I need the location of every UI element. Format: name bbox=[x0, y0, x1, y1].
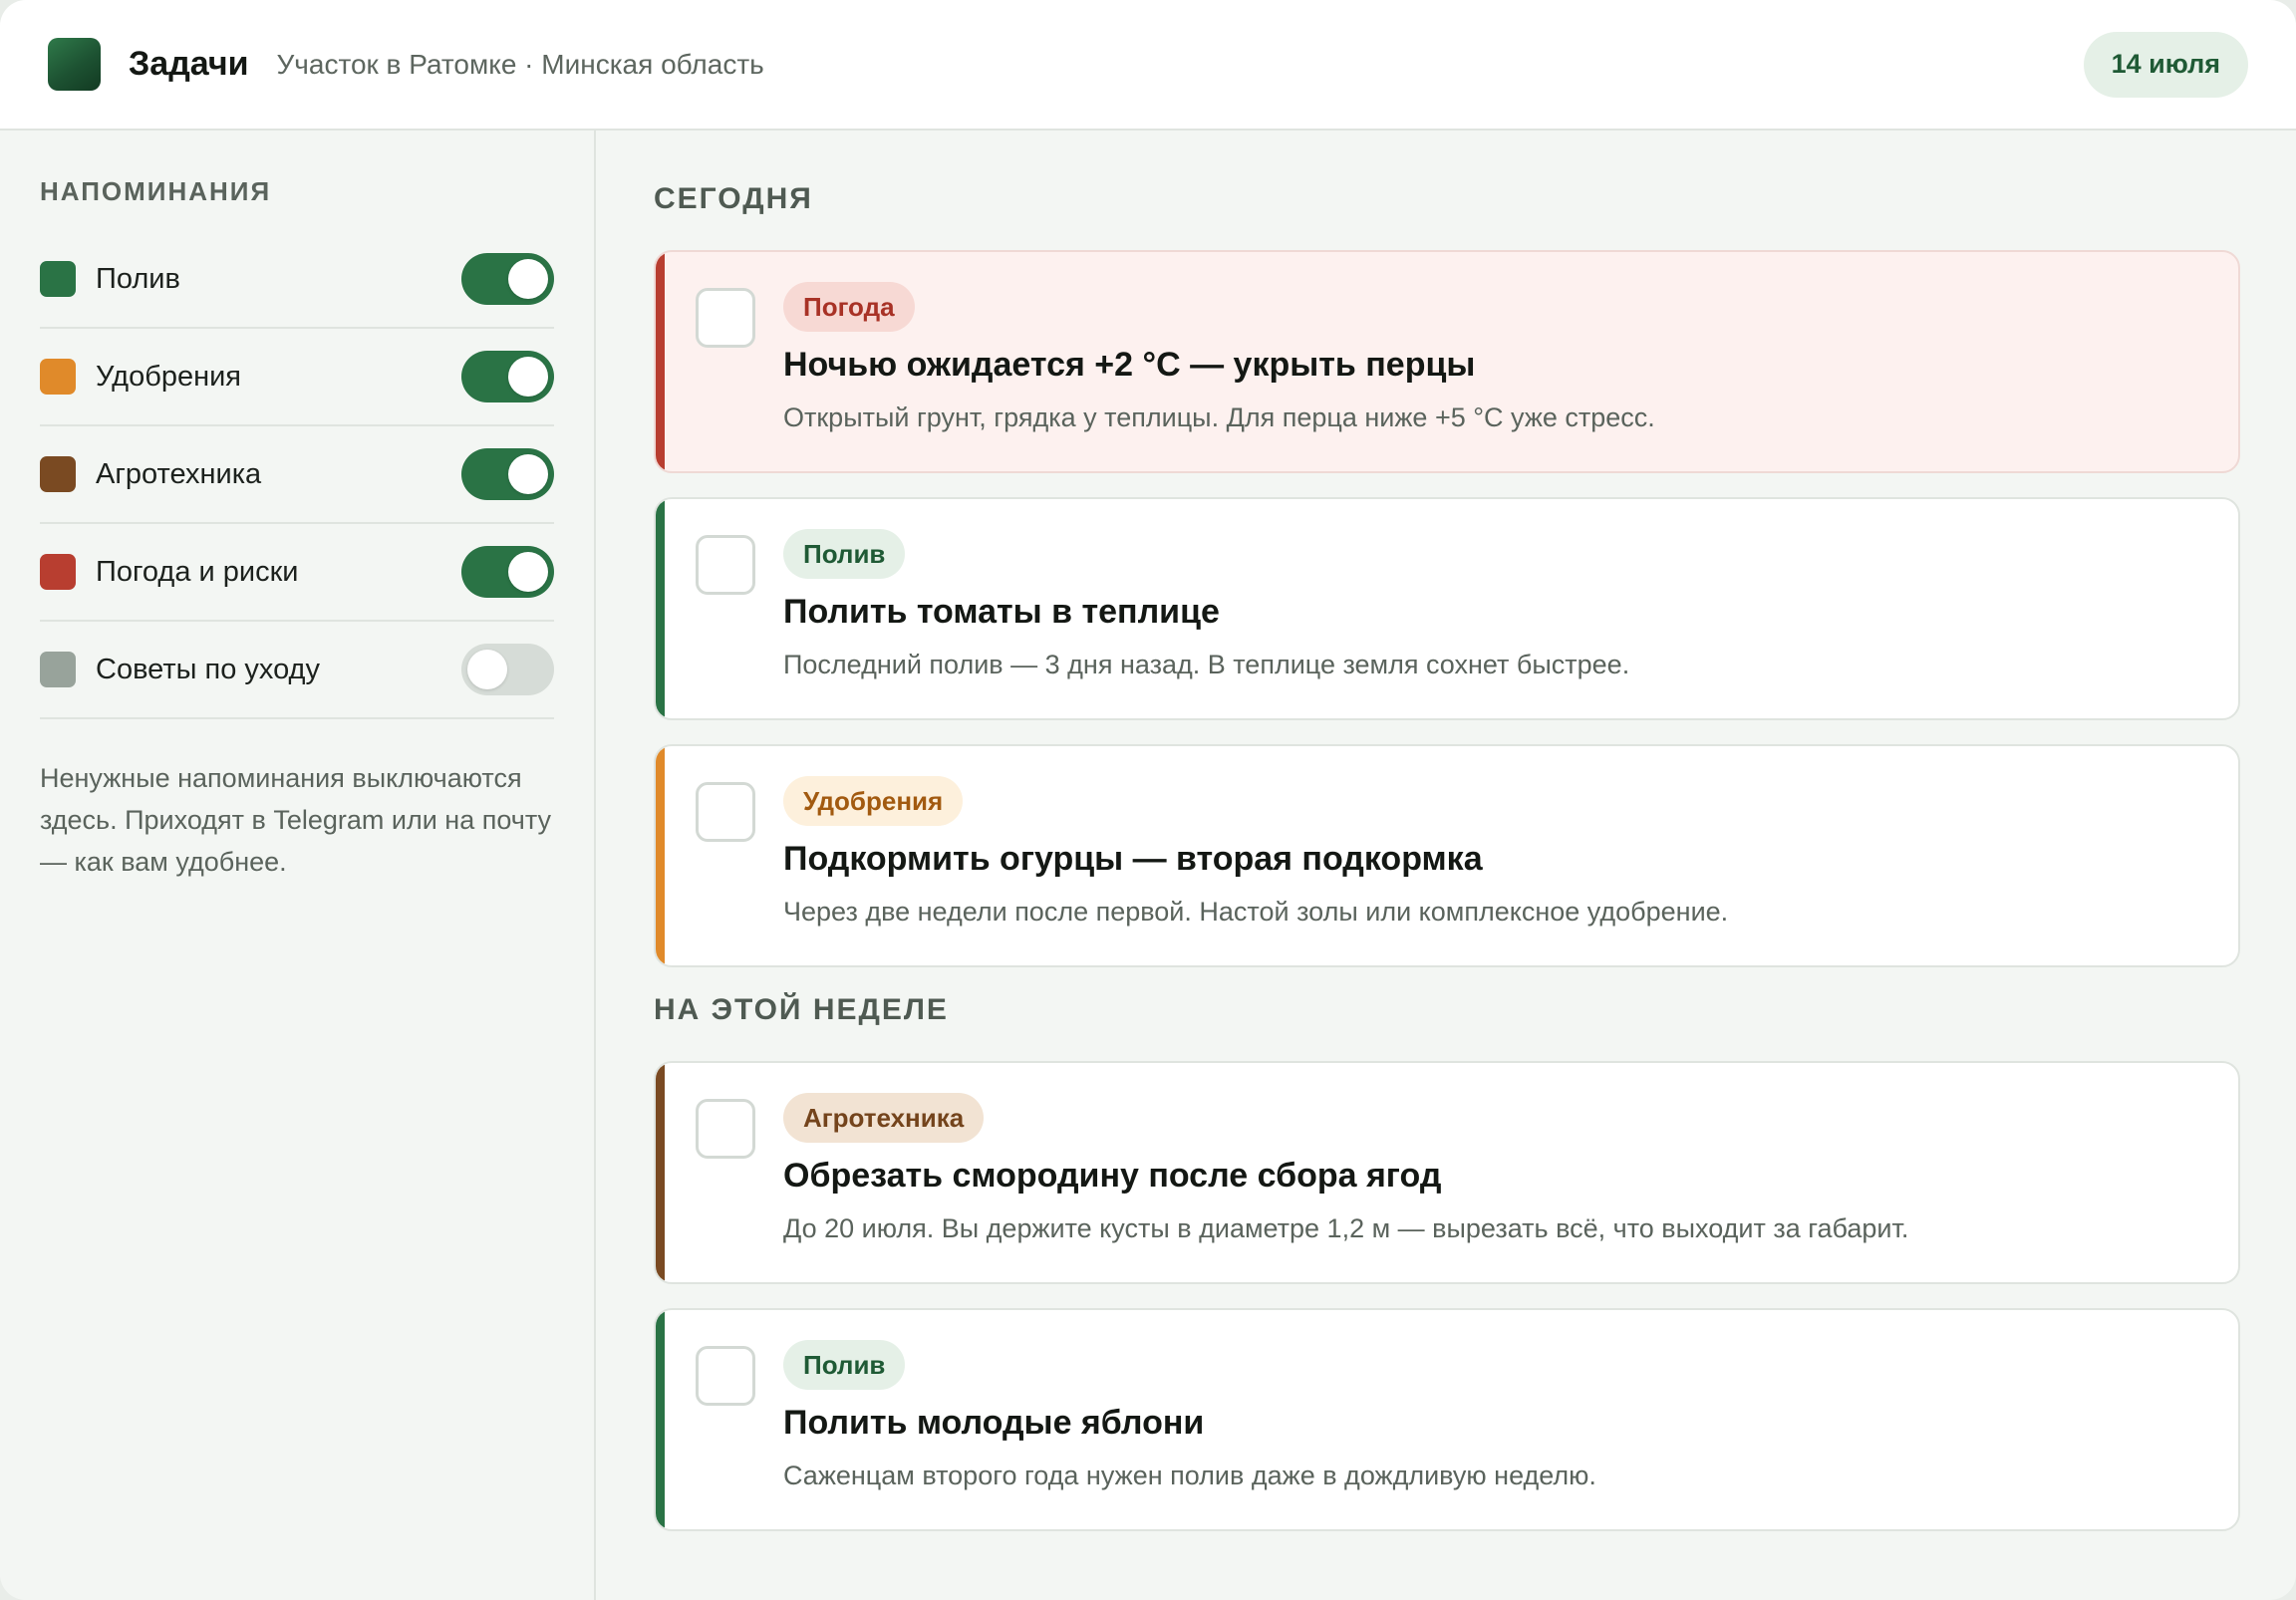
reminder-toggle-watering[interactable]: Полив bbox=[40, 231, 554, 329]
task-description: Через две недели после первой. Настой зо… bbox=[783, 897, 1729, 927]
reminder-toggle-fertilizers[interactable]: Удобрения bbox=[40, 329, 554, 426]
page-title: Задачи bbox=[129, 45, 249, 83]
reminders-hint: Ненужные напоминания выключаются здесь. … bbox=[40, 763, 552, 877]
task-title: Полить молодые яблони bbox=[783, 1404, 1205, 1442]
reminder-label: Погода и риски bbox=[96, 555, 299, 588]
reminder-label: Полив bbox=[96, 262, 180, 295]
toggle-switch[interactable] bbox=[461, 546, 554, 598]
category-color-swatch bbox=[40, 261, 76, 297]
task-card[interactable]: Погода Ночью ожидается +2 °C — укрыть пе… bbox=[654, 250, 2240, 473]
task-content: Погода Ночью ожидается +2 °C — укрыть пе… bbox=[783, 282, 2208, 433]
toggle-switch[interactable] bbox=[461, 448, 554, 500]
task-description: Открытый грунт, грядка у теплицы. Для пе… bbox=[783, 402, 1655, 432]
task-content: Удобрения Подкормить огурцы — вторая под… bbox=[783, 776, 2208, 928]
category-accent-bar bbox=[656, 746, 665, 965]
task-content: Полив Полить томаты в теплице Последний … bbox=[783, 529, 2208, 680]
toggle-knob bbox=[508, 357, 548, 397]
category-tag: Агротехника bbox=[783, 1093, 985, 1143]
app-logo bbox=[48, 38, 101, 91]
task-checkbox[interactable] bbox=[696, 535, 755, 595]
toggle-knob bbox=[467, 650, 507, 689]
category-tag: Полив bbox=[783, 529, 906, 579]
reminders-sidebar: НАПОМИНАНИЯ Полив Удобрения Агротехника … bbox=[0, 131, 596, 1600]
category-color-swatch bbox=[40, 456, 76, 492]
task-card[interactable]: Удобрения Подкормить огурцы — вторая под… bbox=[654, 744, 2240, 967]
task-checkbox[interactable] bbox=[696, 782, 755, 842]
task-description: Саженцам второго года нужен полив даже в… bbox=[783, 1461, 1596, 1490]
task-checkbox[interactable] bbox=[696, 1099, 755, 1159]
header: Задачи Участок в Ратомке · Минская облас… bbox=[0, 0, 2296, 131]
task-list: СЕГОДНЯ Погода Ночью ожидается +2 °C — у… bbox=[598, 131, 2296, 1600]
reminder-label: Удобрения bbox=[96, 360, 241, 393]
toggle-knob bbox=[508, 259, 548, 299]
section-title-this-week: НА ЭТОЙ НЕДЕЛЕ bbox=[654, 993, 949, 1026]
plot-location: Участок в Ратомке · Минская область bbox=[276, 48, 764, 80]
category-tag: Погода bbox=[783, 282, 915, 332]
reminder-label: Агротехника bbox=[96, 457, 262, 490]
reminder-toggle-agrotechnics[interactable]: Агротехника bbox=[40, 426, 554, 524]
reminder-toggle-weather[interactable]: Погода и риски bbox=[40, 524, 554, 622]
task-card[interactable]: Полив Полить томаты в теплице Последний … bbox=[654, 497, 2240, 720]
task-checkbox[interactable] bbox=[696, 288, 755, 348]
date-badge[interactable]: 14 июля bbox=[2083, 31, 2248, 98]
task-content: Агротехника Обрезать смородину после сбо… bbox=[783, 1093, 2208, 1244]
task-card[interactable]: Полив Полить молодые яблони Саженцам вто… bbox=[654, 1308, 2240, 1531]
category-color-swatch bbox=[40, 359, 76, 395]
task-title: Обрезать смородину после сбора ягод bbox=[783, 1157, 1442, 1195]
category-tag: Удобрения bbox=[783, 776, 964, 826]
task-description: Последний полив — 3 дня назад. В теплице… bbox=[783, 650, 1630, 679]
category-accent-bar bbox=[656, 1310, 665, 1529]
task-title: Подкормить огурцы — вторая подкормка bbox=[783, 840, 1483, 878]
task-card[interactable]: Агротехника Обрезать смородину после сбо… bbox=[654, 1061, 2240, 1284]
reminder-label: Советы по уходу bbox=[96, 653, 320, 685]
task-content: Полив Полить молодые яблони Саженцам вто… bbox=[783, 1340, 2208, 1491]
category-tag: Полив bbox=[783, 1340, 906, 1390]
task-description: До 20 июля. Вы держите кусты в диаметре … bbox=[783, 1213, 1909, 1243]
toggle-switch[interactable] bbox=[461, 351, 554, 402]
category-accent-bar bbox=[656, 1063, 665, 1282]
task-title: Ночью ожидается +2 °C — укрыть перцы bbox=[783, 346, 1476, 384]
task-checkbox[interactable] bbox=[696, 1346, 755, 1406]
toggle-knob bbox=[508, 454, 548, 494]
category-accent-bar bbox=[656, 252, 665, 471]
category-accent-bar bbox=[656, 499, 665, 718]
reminder-toggle-care-tips[interactable]: Советы по уходу bbox=[40, 622, 554, 719]
task-title: Полить томаты в теплице bbox=[783, 593, 1220, 631]
toggle-switch[interactable] bbox=[461, 644, 554, 695]
toggle-knob bbox=[508, 552, 548, 592]
section-title-today: СЕГОДНЯ bbox=[654, 182, 813, 215]
app-window: Задачи Участок в Ратомке · Минская облас… bbox=[0, 0, 2296, 1600]
toggle-switch[interactable] bbox=[461, 253, 554, 305]
category-color-swatch bbox=[40, 652, 76, 687]
reminders-heading: НАПОМИНАНИЯ bbox=[40, 176, 272, 206]
category-color-swatch bbox=[40, 554, 76, 590]
